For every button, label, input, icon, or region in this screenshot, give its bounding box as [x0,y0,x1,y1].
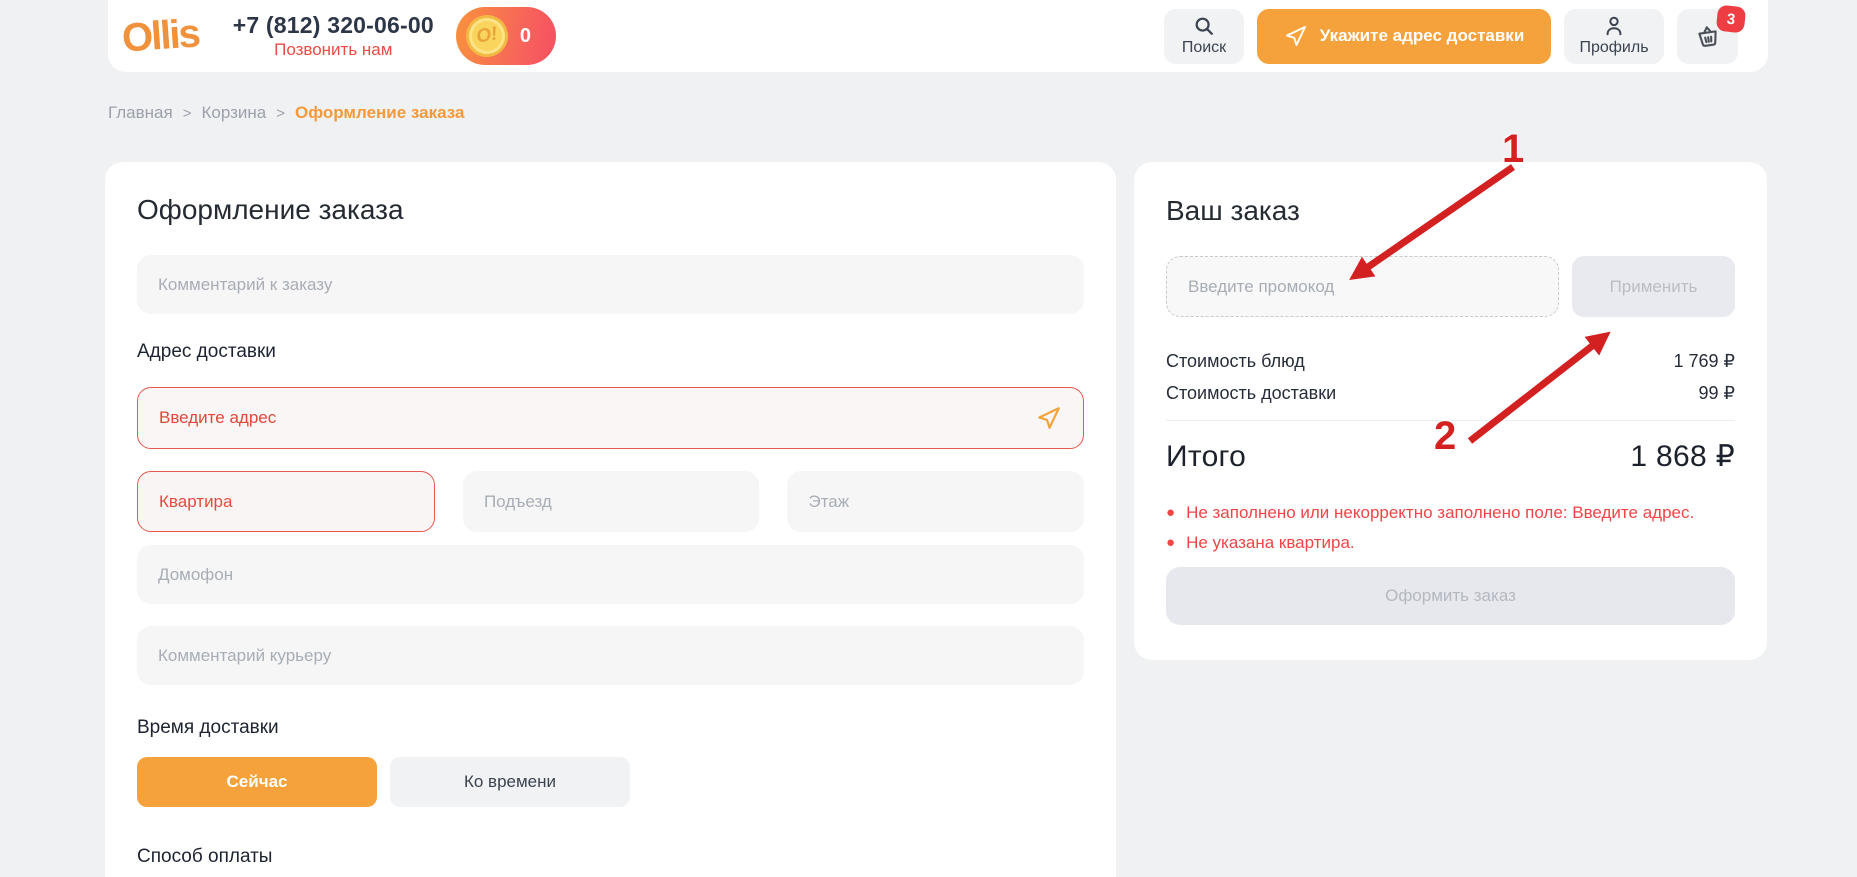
breadcrumb-home[interactable]: Главная [108,103,173,123]
set-delivery-address-label: Укажите адрес доставки [1319,26,1525,45]
page: Ollis +7 (812) 320-06-00 Позвонить нам O… [0,0,1857,877]
grand-total-label: Итого [1166,440,1247,473]
call-us-link[interactable]: Позвонить нам [233,40,434,60]
profile-button[interactable]: Профиль [1564,8,1664,64]
delivery-cost-label: Стоимость доставки [1166,383,1337,403]
order-summary-card: Ваш заказ Применить Стоимость блюд 1 769… [1134,162,1767,660]
breadcrumb: Главная > Корзина > Оформление заказа [108,103,464,123]
items-cost-value: 1 769 ₽ [1673,351,1736,371]
set-delivery-address-button[interactable]: Укажите адрес доставки [1257,8,1551,64]
delivery-time-options: Сейчас Ко времени [137,757,1084,807]
error-item: ● Не указана квартира. [1166,533,1735,553]
courier-comment-input[interactable] [137,626,1084,685]
search-label: Поиск [1181,39,1227,56]
address-details-row [137,471,1084,532]
apply-promo-button[interactable]: Применить [1572,256,1735,317]
search-button[interactable]: Поиск [1164,8,1244,64]
checkout-form-card: Оформление заказа Адрес доставки Время д… [105,162,1116,877]
deliver-by-time-button[interactable]: Ко времени [390,757,630,807]
navigation-icon [1285,26,1306,46]
delivery-cost-value: 99 ₽ [1698,383,1735,403]
delivery-address-label: Адрес доставки [137,341,276,362]
entrance-input[interactable] [462,471,760,532]
intercom-input[interactable] [137,545,1084,604]
address-input[interactable] [137,387,1084,449]
delivery-cost-row: Стоимость доставки 99 ₽ [1166,382,1735,404]
phone-block: +7 (812) 320-06-00 Позвонить нам [233,12,434,60]
promo-code-input[interactable] [1166,256,1559,317]
ollis-logo[interactable]: Ollis [121,11,201,60]
phone-number: +7 (812) 320-06-00 [232,12,434,38]
error-text: Не указана квартира. [1186,533,1355,552]
order-comment-input[interactable] [137,255,1084,314]
geolocate-icon[interactable] [1036,405,1062,431]
order-title: Ваш заказ [1166,195,1300,226]
profile-icon [1606,16,1622,36]
validation-errors: ● Не заполнено или некорректно заполнено… [1166,503,1735,553]
profile-label: Профиль [1579,39,1649,56]
breadcrumb-cart[interactable]: Корзина [201,103,266,123]
items-cost-label: Стоимость блюд [1166,351,1305,371]
delivery-time-label: Время доставки [137,717,279,738]
breadcrumb-separator: > [276,104,286,122]
promo-row: Применить [1166,256,1735,317]
error-item: ● Не заполнено или некорректно заполнено… [1166,503,1735,523]
cart-button[interactable]: 3 [1677,4,1747,64]
items-cost-row: Стоимость блюд 1 769 ₽ [1166,350,1735,372]
grand-total-row: Итого 1 868 ₽ [1166,437,1735,477]
search-icon [1195,17,1213,35]
summary-divider [1166,420,1735,421]
error-text: Не заполнено или некорректно заполнено п… [1186,503,1695,522]
payment-method-label: Способ оплаты [137,846,273,867]
checkout-title: Оформление заказа [137,194,404,225]
bonus-coin-icon: O! [462,11,512,61]
breadcrumb-separator: > [182,104,192,122]
header: Ollis +7 (812) 320-06-00 Позвонить нам O… [108,0,1768,72]
error-bullet: ● [1166,534,1176,551]
error-bullet: ● [1166,504,1176,521]
address-field-wrap [137,387,1084,449]
bonus-count: 0 [519,24,531,47]
cart-count-badge: 3 [1715,4,1747,33]
bonus-pill[interactable]: O! 0 [455,7,556,65]
place-order-button[interactable]: Оформить заказ [1166,567,1735,625]
deliver-now-button[interactable]: Сейчас [137,757,377,807]
grand-total-value: 1 868 ₽ [1630,440,1735,473]
breadcrumb-current: Оформление заказа [295,103,465,122]
apartment-input[interactable] [137,471,435,532]
floor-input[interactable] [787,471,1084,532]
